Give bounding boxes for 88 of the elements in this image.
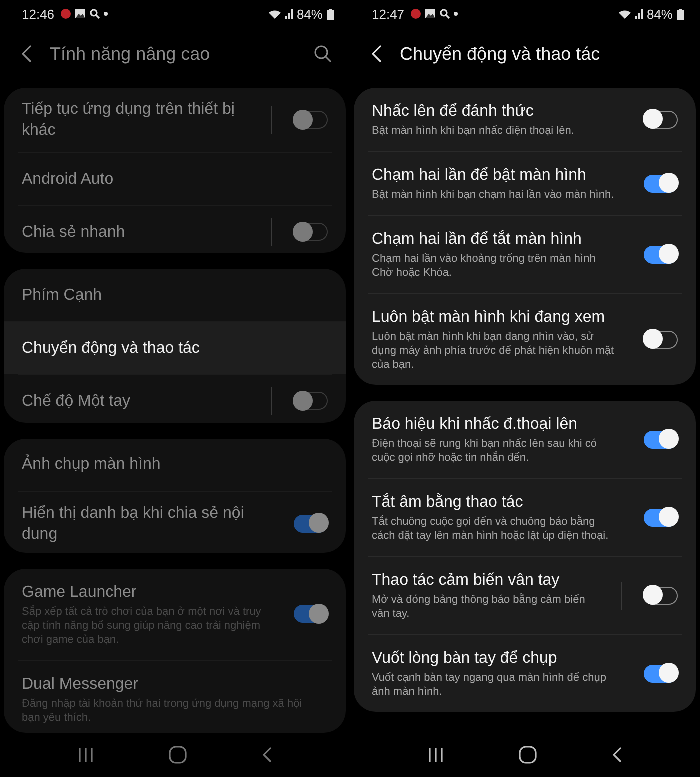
gallery-icon [424,9,436,19]
toggle-switch[interactable] [294,111,328,129]
item-title: Game Launcher [22,582,138,603]
item-title: Luôn bật màn hình khi đang xem [372,308,606,328]
settings-item[interactable]: Tiếp tục ứng dụng trên thiết bị khác [18,88,332,152]
toggle-switch[interactable] [644,174,678,192]
wifi-icon [268,9,281,19]
settings-item[interactable]: Game Launcher Sắp xếp tất cả trò chơi của bạn ở một nơi và truy cập tính năng bổ sung giúp nâng cao trải nghiệm chơi game của bạn. [18,568,332,660]
item-title: Báo hiệu khi nhấc đ.thoại lên [372,415,578,435]
item-description: Luôn bật màn hình khi bạn đang nhìn vào, sử dụng máy ảnh phía trước để phát hiện khuôn mặt của bạn. [372,330,616,372]
recent-apps-icon [428,747,444,763]
battery-level: 84% [296,6,323,22]
toggle-switch[interactable] [644,246,678,264]
back-icon [262,746,272,764]
status-time: 12:47 [372,6,405,22]
item-title: Tắt âm bằng thao tác [372,492,524,513]
item-description: Đăng nhập tài khoản thứ hai trong ứng dụng mạng xã hội bạn yêu thích. [22,696,304,725]
battery-icon [677,8,684,20]
item-title: Hiển thị danh bạ khi chia sẻ nội dung [22,504,246,545]
settings-item[interactable]: Chạm hai lần để tắt màn hình Chạm hai lần vào khoảng trống trên màn hình Chờ hoặc Khóa. [368,215,682,293]
back-icon [612,746,622,764]
item-title: Ảnh chụp màn hình [22,454,162,476]
item-description: Sắp xếp tất cả trò chơi của bạn ở một nơi và truy cập tính năng bổ sung giúp nâng cao trải nghiệm chơi game của bạn. [22,604,262,647]
search-icon [440,9,450,19]
toggle-switch[interactable] [294,514,328,533]
screen-title: Tính năng nâng cao [50,44,212,64]
item-title: Chuyển động và thao tác [22,338,201,359]
settings-item[interactable]: Thao tác cảm biến vân tay Mở và đóng bảng thông báo bằng cảm biến vân tay. [368,556,682,634]
settings-item[interactable]: Ảnh chụp màn hình [18,438,332,491]
home-icon [518,746,537,764]
settings-item[interactable]: Dual Messenger Đăng nhập tài khoản thứ hai trong ứng dụng mạng xã hội bạn yêu thích. [18,660,332,733]
item-title: Chế độ Một tay [22,392,132,412]
item-title: Thao tác cảm biến vân tay [372,571,561,591]
settings-item[interactable]: Chế độ Một tay [18,374,332,423]
status-time: 12:46 [22,6,55,22]
item-description: Bật màn hình khi bạn chạm hai lần vào màn hình. [372,188,616,202]
home-icon [168,746,187,764]
toggle-switch[interactable] [644,508,678,526]
screen-title: Chuyển động và thao tác [400,44,602,64]
item-title: Dual Messenger [22,674,140,695]
dot-icon [104,12,108,16]
item-description: Mở và đóng bảng thông báo bằng cảm biến vân tay. [372,593,586,621]
settings-item[interactable]: Chia sẻ nhanh [18,205,332,254]
settings-item[interactable]: Báo hiệu khi nhấc đ.thoại lên Điện thoại sẽ rung khi bạn nhấc lên sau khi có cuộc gọi nhỡ hoặc tin nhắn đến. [368,401,682,478]
notification-icon [60,9,71,19]
toggle-switch[interactable] [644,430,678,448]
wifi-icon [618,9,631,19]
battery-level: 84% [646,6,673,22]
search-icon [314,45,332,63]
settings-item[interactable]: Luôn bật màn hình khi đang xem Luôn bật màn hình khi bạn đang nhìn vào, sử dụng máy ảnh phía trước để phát hiện khuôn mặt của bạn. [368,293,682,385]
item-title: Tiếp tục ứng dụng trên thiết bị khác [22,100,236,141]
toggle-switch[interactable] [294,223,328,241]
back-icon [372,45,382,63]
gallery-icon [74,9,86,19]
settings-item[interactable]: Vuốt lòng bàn tay để chụp Vuốt cạnh bàn tay ngang qua màn hình để chụp ảnh màn hình. [368,634,682,712]
settings-item[interactable]: Android Auto [18,152,332,205]
toggle-switch[interactable] [644,110,678,128]
toggle-switch[interactable] [644,330,678,348]
item-title: Android Auto [22,170,115,190]
settings-item[interactable]: Tắt âm bằng thao tác Tắt chuông cuộc gọi đến và chuông báo bằng cách đặt tay lên màn hình hoặc lật úp điện thoại. [368,478,682,556]
item-title: Nhấc lên để đánh thức [372,102,535,122]
item-title: Vuốt lòng bàn tay để chụp [372,649,558,669]
toggle-switch[interactable] [294,392,328,410]
settings-item[interactable]: Hiển thị danh bạ khi chia sẻ nội dung [18,490,332,553]
dot-icon [454,12,458,16]
item-description: Tắt chuông cuộc gọi đến và chuông báo bằng cách đặt tay lên màn hình hoặc lật úp điện thoại. [372,515,610,543]
settings-item[interactable]: Nhấc lên để đánh thức Bật màn hình khi bạn nhấc điện thoại lên. [368,88,682,151]
item-title: Chia sẻ nhanh [22,222,126,242]
signal-icon [634,9,643,19]
settings-item[interactable]: Chạm hai lần để bật màn hình Bật màn hình khi bạn chạm hai lần vào màn hình. [368,151,682,215]
notification-icon [410,9,421,19]
search-icon [90,9,100,19]
item-description: Bật màn hình khi bạn nhấc điện thoại lên. [372,124,576,138]
item-description: Điện thoại sẽ rung khi bạn nhấc lên sau khi có cuộc gọi nhỡ hoặc tin nhắn đến. [372,437,598,465]
toggle-switch[interactable] [294,605,328,624]
item-title: Chạm hai lần để tắt màn hình [372,229,583,250]
signal-icon [284,9,293,19]
item-description: Chạm hai lần vào khoảng trống trên màn hình Chờ hoặc Khóa. [372,252,597,280]
settings-item[interactable]: Chuyển động và thao tác [4,321,346,374]
back-icon [22,45,32,63]
recent-apps-icon [78,747,94,763]
toggle-switch[interactable] [644,586,678,604]
item-description: Vuốt cạnh bàn tay ngang qua màn hình để chụp ảnh màn hình. [372,671,608,699]
toggle-switch[interactable] [644,664,678,682]
battery-icon [327,8,334,20]
item-title: Phím Cạnh [22,286,104,306]
settings-item[interactable]: Phím Cạnh [18,269,332,322]
item-title: Chạm hai lần để bật màn hình [372,166,588,186]
